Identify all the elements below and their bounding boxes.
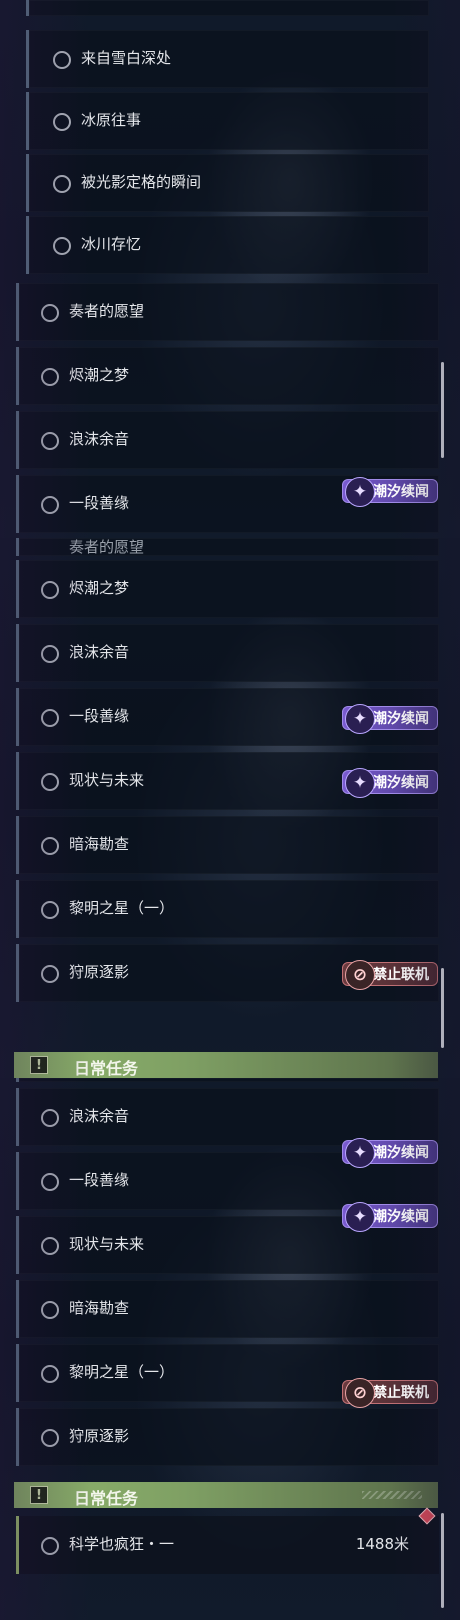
status-circle-icon: [41, 773, 59, 791]
quest-row[interactable]: 暗海勘查: [16, 816, 439, 874]
feather-spiral-icon: ✦: [345, 1202, 375, 1232]
quest-row[interactable]: 奏者的愿望: [16, 283, 439, 341]
tidal-badge: ✦ 潮汐续闻: [342, 704, 438, 734]
status-circle-icon: [53, 113, 71, 131]
quest-label: 来自雪白深处: [81, 49, 172, 67]
quest-row[interactable]: 冰川存忆: [26, 216, 429, 274]
quest-label: 浪沫余音: [69, 1107, 130, 1125]
badge-label: 潮汐续闻: [373, 775, 429, 791]
status-circle-icon: [41, 1301, 59, 1319]
status-circle-icon: [41, 1429, 59, 1447]
scrollbar-thumb[interactable]: [441, 968, 444, 1048]
status-circle-icon: [41, 581, 59, 599]
quest-label: 一段善缘: [69, 494, 130, 512]
quest-row[interactable]: 浪沫余音: [16, 411, 439, 469]
status-circle-icon: [41, 1365, 59, 1383]
daily-header-title: 日常任务: [74, 1059, 139, 1078]
quest-list-panel-3: 浪沫余音 一段善缘 现状与未来 暗海勘查 黎明之星（一） 狩原逐影 ✦ 潮汐续闻…: [0, 1078, 460, 1620]
quest-row[interactable]: 黎明之星（一）: [16, 880, 439, 938]
scrollbar-thumb[interactable]: [441, 362, 444, 458]
status-circle-icon: [41, 1237, 59, 1255]
quest-row-partial: [16, 1078, 439, 1082]
status-circle-icon: [41, 496, 59, 514]
status-circle-icon: [41, 432, 59, 450]
quest-label: 一段善缘: [69, 1171, 130, 1189]
quest-row[interactable]: 冰原往事: [26, 92, 429, 150]
quest-label: 科学也疯狂・一: [69, 1535, 175, 1553]
header-decoration: [362, 1491, 422, 1499]
quest-row[interactable]: 烬潮之梦: [16, 347, 439, 405]
quest-row-partial: 奏者的愿望: [16, 538, 439, 556]
tidal-badge: ✦ 潮汐续闻: [342, 477, 438, 507]
quest-label: 狩原逐影: [69, 1427, 130, 1445]
globe-forbidden-icon: ⊘: [345, 1378, 375, 1408]
daily-quests-header[interactable]: ! 日常任务: [14, 1482, 438, 1508]
quest-label: 奏者的愿望: [69, 538, 145, 556]
daily-header-title: 日常任务: [74, 1489, 139, 1508]
exclamation-icon: !: [30, 1486, 48, 1504]
quest-label: 烬潮之梦: [69, 579, 130, 597]
feather-spiral-icon: ✦: [345, 477, 375, 507]
quest-row[interactable]: 狩原逐影: [16, 1408, 439, 1466]
tidal-badge: ✦ 潮汐续闻: [342, 1202, 438, 1232]
feather-spiral-icon: ✦: [345, 1138, 375, 1168]
quest-label: 黎明之星（一）: [69, 899, 175, 917]
status-circle-icon: [41, 901, 59, 919]
status-circle-icon: [53, 237, 71, 255]
no-multiplayer-badge: ⊘ 禁止联机: [342, 960, 438, 990]
status-circle-icon: [41, 645, 59, 663]
quest-label: 现状与未来: [69, 771, 145, 789]
quest-label: 被光影定格的瞬间: [81, 173, 202, 191]
quest-label: 冰原往事: [81, 111, 142, 129]
quest-label: 暗海勘查: [69, 835, 130, 853]
quest-label: 奏者的愿望: [69, 302, 145, 320]
globe-forbidden-icon: ⊘: [345, 960, 375, 990]
badge-label: 潮汐续闻: [373, 1209, 429, 1225]
quest-label: 黎明之星（一）: [69, 1363, 175, 1381]
quest-label: 狩原逐影: [69, 963, 130, 981]
quest-row-partial: [26, 0, 429, 16]
status-circle-icon: [41, 837, 59, 855]
quest-list-panel-2: 奏者的愿望 烬潮之梦 浪沫余音 一段善缘 现状与未来 暗海勘查 黎明之星（一） …: [0, 538, 460, 1078]
quest-label: 暗海勘查: [69, 1299, 130, 1317]
quest-label: 浪沫余音: [69, 430, 130, 448]
no-multiplayer-badge: ⊘ 禁止联机: [342, 1378, 438, 1408]
status-circle-icon: [41, 1537, 59, 1555]
status-circle-icon: [41, 1109, 59, 1127]
badge-label: 禁止联机: [373, 967, 429, 983]
quest-row[interactable]: 浪沫余音: [16, 1088, 439, 1146]
status-circle-icon: [41, 368, 59, 386]
scrollbar-thumb[interactable]: [441, 1513, 444, 1608]
tidal-badge: ✦ 潮汐续闻: [342, 1138, 438, 1168]
daily-quests-header-partial[interactable]: ! 日常任务: [14, 1052, 438, 1078]
tidal-badge: ✦ 潮汐续闻: [342, 768, 438, 798]
quest-row[interactable]: 被光影定格的瞬间: [26, 154, 429, 212]
daily-quest-row[interactable]: 科学也疯狂・一 1488米: [16, 1516, 439, 1574]
quest-row[interactable]: 浪沫余音: [16, 624, 439, 682]
quest-label: 现状与未来: [69, 1235, 145, 1253]
feather-spiral-icon: ✦: [345, 768, 375, 798]
quest-label: 烬潮之梦: [69, 366, 130, 384]
feather-spiral-icon: ✦: [345, 704, 375, 734]
badge-label: 潮汐续闻: [373, 711, 429, 727]
quest-row[interactable]: 烬潮之梦: [16, 560, 439, 618]
quest-label: 一段善缘: [69, 707, 130, 725]
status-circle-icon: [41, 965, 59, 983]
status-circle-icon: [41, 304, 59, 322]
badge-label: 潮汐续闻: [373, 484, 429, 500]
quest-label: 浪沫余音: [69, 643, 130, 661]
quest-list-panel-1: 来自雪白深处 冰原往事 被光影定格的瞬间 冰川存忆 奏者的愿望 烬潮之梦 浪沫余…: [0, 0, 460, 538]
status-circle-icon: [41, 1173, 59, 1191]
status-circle-icon: [41, 709, 59, 727]
status-circle-icon: [53, 51, 71, 69]
badge-label: 潮汐续闻: [373, 1145, 429, 1161]
badge-label: 禁止联机: [373, 1385, 429, 1401]
quest-label: 冰川存忆: [81, 235, 142, 253]
status-circle-icon: [53, 175, 71, 193]
distance-label: 1488米: [355, 1535, 409, 1553]
quest-row[interactable]: 暗海勘查: [16, 1280, 439, 1338]
quest-row[interactable]: 来自雪白深处: [26, 30, 429, 88]
exclamation-icon: !: [30, 1056, 48, 1074]
